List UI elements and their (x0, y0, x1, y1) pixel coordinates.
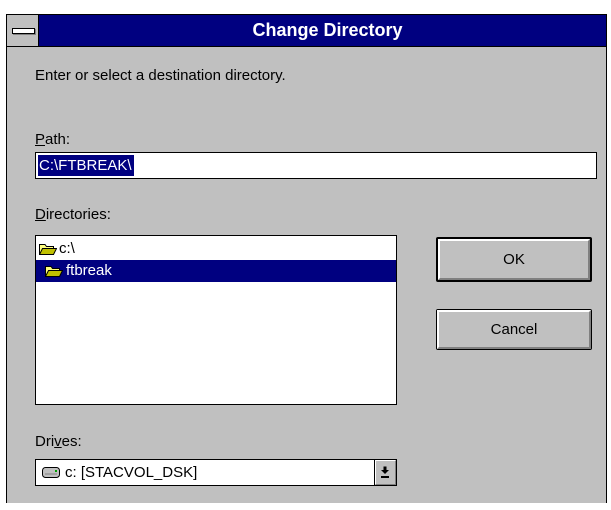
directory-item-ftbreak[interactable]: ftbreak (36, 260, 396, 282)
open-folder-icon (39, 244, 57, 255)
drives-label-post: es: (61, 433, 82, 450)
system-menu-icon (12, 28, 35, 34)
path-input-value: C:\FTBREAK\ (38, 155, 134, 176)
path-input[interactable]: C:\FTBREAK\ (35, 152, 597, 179)
path-label-mnemonic: P (35, 131, 46, 148)
title-bar: Change Directory (7, 15, 606, 47)
drives-label-pre: Dri (35, 433, 55, 450)
directories-label-mnemonic: D (35, 206, 46, 223)
directory-item-c-root[interactable]: c:\ (36, 238, 396, 260)
dropdown-arrow-icon (381, 466, 389, 478)
cancel-button[interactable]: Cancel (436, 309, 592, 350)
drives-label: Drives: (35, 433, 82, 450)
system-menu-button[interactable] (7, 15, 39, 46)
instruction-text: Enter or select a destination directory. (35, 67, 286, 84)
drives-label-mnemonic: v (54, 433, 62, 450)
path-label-rest: ath: (45, 131, 71, 148)
open-folder-icon (45, 266, 63, 277)
ok-button-label: OK (503, 250, 525, 268)
directories-listbox[interactable]: c:\ ftbreak (35, 235, 397, 405)
directory-item-label: ftbreak (66, 262, 112, 279)
drives-selected-value: c: [STACVOL_DSK] (65, 464, 198, 481)
hard-drive-icon (42, 467, 60, 478)
drives-dropdown[interactable]: c: [STACVOL_DSK] (35, 459, 397, 486)
directories-label: Directories: (35, 206, 111, 223)
cancel-button-label: Cancel (490, 320, 538, 338)
dialog-title: Change Directory (252, 20, 403, 40)
drives-dropdown-button[interactable] (374, 460, 396, 485)
change-directory-dialog: Change Directory Enter or select a desti… (6, 14, 607, 503)
path-label: Path: (35, 131, 70, 148)
ok-button[interactable]: OK (436, 237, 592, 282)
directories-label-rest: irectories: (45, 206, 111, 223)
directory-item-label: c:\ (59, 240, 75, 257)
